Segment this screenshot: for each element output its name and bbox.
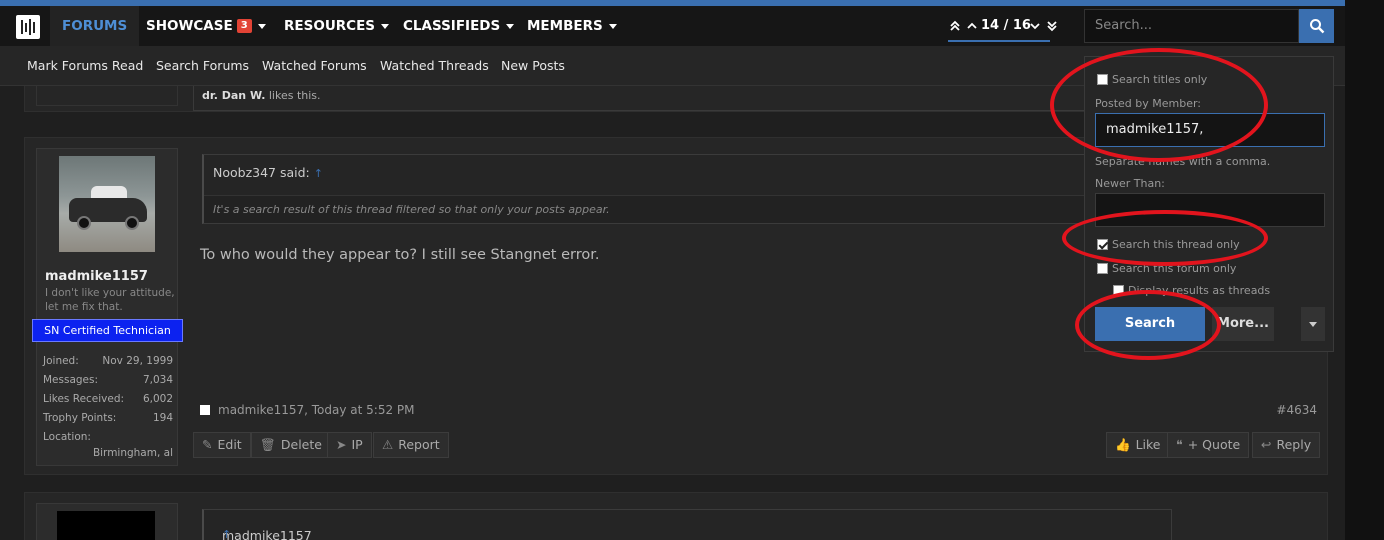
post-message: To who would they appear to? I still see… bbox=[200, 247, 600, 263]
previous-post-user-card bbox=[36, 86, 178, 106]
like-button[interactable]: 👍 Like bbox=[1106, 432, 1170, 458]
thumbs-up-icon: 👍 bbox=[1115, 437, 1131, 452]
search-forum-only-checkbox[interactable] bbox=[1097, 263, 1108, 274]
jump-to-quote-icon[interactable]: ↑ bbox=[314, 167, 323, 180]
subnav-watched-threads[interactable]: Watched Threads bbox=[380, 46, 489, 86]
annotation-circle-thread-only bbox=[1062, 210, 1268, 266]
page-scroll-gutter[interactable] bbox=[1345, 0, 1384, 540]
post-meta: madmike1157, Today at 5:52 PM bbox=[200, 403, 415, 417]
next-post-user-card bbox=[36, 503, 178, 540]
trash-icon: 🗑 bbox=[260, 437, 276, 452]
location-arrow-icon: ➤ bbox=[336, 437, 347, 452]
chevron-down-icon bbox=[257, 23, 266, 29]
annotation-circle-member bbox=[1050, 48, 1268, 162]
search-menu-toggle[interactable] bbox=[1301, 307, 1325, 341]
warning-icon: ⚠ bbox=[382, 437, 394, 452]
reply-button[interactable]: ↩ Reply bbox=[1252, 432, 1321, 458]
ip-button[interactable]: ➤ IP bbox=[327, 432, 372, 458]
jump-first-icon[interactable] bbox=[950, 20, 960, 32]
pencil-icon: ✎ bbox=[202, 437, 213, 452]
search-input[interactable]: Search... bbox=[1084, 9, 1299, 43]
quote-button[interactable]: ❝ + Quote bbox=[1167, 432, 1250, 458]
notification-badge: 3 bbox=[236, 19, 252, 33]
subnav-new-posts[interactable]: New Posts bbox=[501, 46, 565, 86]
page-navigator: 14 / 16 bbox=[946, 6, 1057, 46]
stat-location-label: Location: bbox=[43, 431, 91, 443]
quote-block: madmike1157 said: ↑ bbox=[202, 509, 1172, 540]
tab-showcase[interactable]: SHOWCASE 3 bbox=[146, 6, 266, 46]
user-card: madmike1157 I don't like your attitude, … bbox=[32, 148, 183, 466]
stat-trophy-points: Trophy Points: 194 bbox=[43, 412, 173, 424]
username[interactable]: madmike1157 bbox=[45, 269, 148, 284]
tab-forums[interactable]: FORUMS bbox=[50, 6, 140, 46]
tab-classifieds[interactable]: CLASSIFIEDS bbox=[403, 6, 515, 46]
subnav-search-forums[interactable]: Search Forums bbox=[156, 46, 249, 86]
newer-than-label: Newer Than: bbox=[1095, 177, 1165, 190]
search-icon bbox=[1310, 19, 1325, 34]
user-title: I don't like your attitude, let me fix t… bbox=[45, 287, 175, 313]
quote-block: Noobz347 said: ↑ It's a search result of… bbox=[202, 154, 1114, 224]
chevron-down-icon bbox=[381, 23, 390, 29]
likes-summary: dr. Dan W. likes this. bbox=[193, 86, 1105, 111]
jump-to-quote-icon[interactable]: ↑ bbox=[222, 528, 231, 540]
more-options-button[interactable]: More... bbox=[1212, 307, 1274, 341]
chevron-down-icon bbox=[506, 23, 515, 29]
tab-resources[interactable]: RESOURCES bbox=[284, 6, 390, 46]
delete-button[interactable]: 🗑 Delete bbox=[251, 432, 331, 458]
stat-likes: Likes Received: 6,002 bbox=[43, 393, 173, 405]
avatar[interactable] bbox=[57, 511, 155, 540]
stat-messages: Messages: 7,034 bbox=[43, 374, 173, 386]
subnav-watched-forums[interactable]: Watched Forums bbox=[262, 46, 367, 86]
jump-last-icon[interactable] bbox=[1047, 20, 1057, 32]
report-button[interactable]: ⚠ Report bbox=[373, 432, 449, 458]
forum-logo-icon[interactable] bbox=[16, 15, 40, 39]
reply-icon: ↩ bbox=[1261, 437, 1272, 452]
liker-link[interactable]: dr. Dan W. bbox=[202, 89, 265, 102]
avatar[interactable] bbox=[59, 156, 155, 252]
main-navbar: FORUMS SHOWCASE 3 RESOURCES CLASSIFIEDS M… bbox=[0, 6, 1345, 46]
tab-members[interactable]: MEMBERS bbox=[527, 6, 617, 46]
post-number[interactable]: #4634 bbox=[1276, 403, 1317, 417]
chevron-down-icon[interactable] bbox=[1030, 22, 1040, 30]
subnav-mark-forums-read[interactable]: Mark Forums Read bbox=[27, 46, 143, 86]
stat-joined: Joined: Nov 29, 1999 bbox=[43, 355, 173, 367]
post-permalink[interactable]: madmike1157, Today at 5:52 PM bbox=[218, 403, 415, 417]
page-progress-underline bbox=[948, 40, 1050, 42]
search-button[interactable] bbox=[1299, 9, 1334, 43]
next-post: madmike1157 said: ↑ bbox=[24, 492, 1328, 540]
quote-author: Noobz347 said: ↑ bbox=[213, 165, 323, 180]
select-post-checkbox[interactable] bbox=[200, 405, 210, 415]
quote-icon: ❝ bbox=[1176, 437, 1183, 452]
chevron-up-icon[interactable] bbox=[967, 22, 977, 30]
user-banner: SN Certified Technician bbox=[32, 319, 183, 342]
edit-button[interactable]: ✎ Edit bbox=[193, 432, 251, 458]
quote-text: It's a search result of this thread filt… bbox=[204, 195, 1114, 223]
annotation-circle-search bbox=[1075, 290, 1221, 360]
chevron-down-icon bbox=[608, 23, 617, 29]
